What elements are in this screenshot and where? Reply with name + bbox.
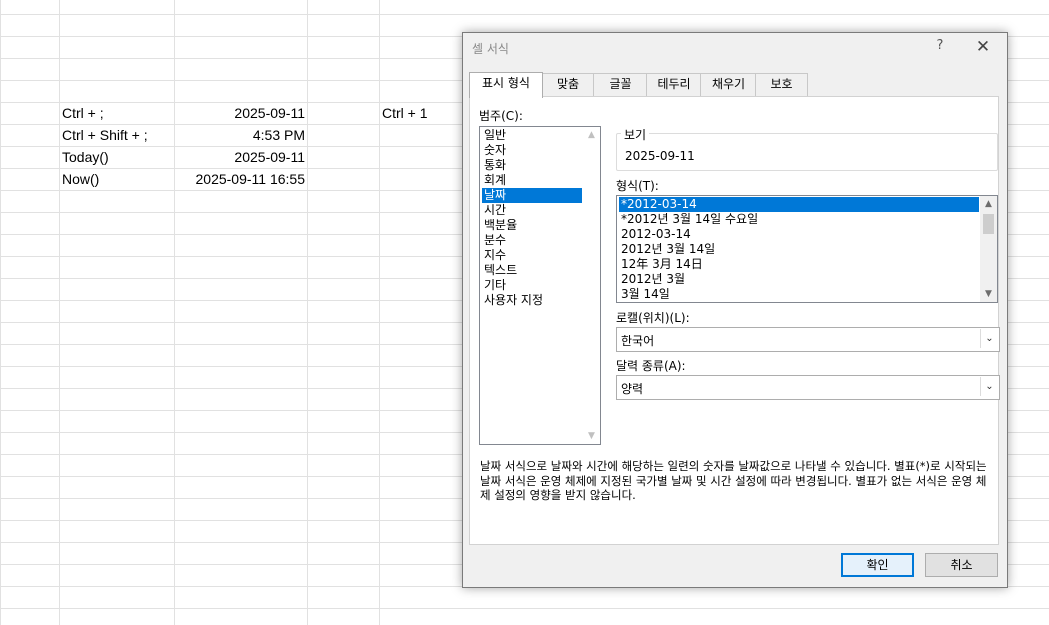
type-item[interactable]: 3월 14일: [619, 287, 979, 302]
category-label: 범주(C):: [479, 109, 523, 123]
tab-fill[interactable]: 채우기: [700, 73, 757, 96]
category-item[interactable]: 텍스트: [482, 263, 582, 278]
ok-button[interactable]: 확인: [841, 553, 914, 577]
sample-label: 보기: [621, 126, 650, 143]
type-label: 형식(T):: [616, 179, 659, 193]
chevron-down-icon[interactable]: ⌄: [980, 377, 998, 396]
tab-protection[interactable]: 보호: [755, 73, 808, 96]
locale-value: 한국어: [621, 334, 655, 348]
category-item[interactable]: 시간: [482, 203, 582, 218]
locale-label: 로캘(위치)(L):: [616, 311, 690, 325]
column-divider: [307, 0, 308, 625]
scroll-down-icon[interactable]: ▼: [583, 429, 600, 443]
sample-group: 보기 2025-09-11: [616, 126, 998, 171]
cell-a1[interactable]: Ctrl + ;: [62, 102, 104, 124]
scroll-down-icon[interactable]: ▼: [980, 287, 997, 301]
type-item[interactable]: 2012년 3월: [619, 272, 979, 287]
category-item[interactable]: 지수: [482, 248, 582, 263]
column-divider: [379, 0, 380, 625]
cell-b3[interactable]: 2025-09-11: [176, 146, 305, 168]
scroll-up-icon[interactable]: ▲: [980, 197, 997, 211]
category-item[interactable]: 통화: [482, 158, 582, 173]
calendar-select[interactable]: 양력 ⌄: [616, 375, 1000, 400]
cell-a3[interactable]: Today(): [62, 146, 109, 168]
help-icon[interactable]: ?: [931, 38, 949, 53]
calendar-value: 양력: [621, 382, 644, 396]
tab-alignment[interactable]: 맞춤: [541, 73, 595, 96]
type-item[interactable]: 2012-03-14: [619, 227, 979, 242]
cell-a2[interactable]: Ctrl + Shift + ;: [62, 124, 148, 146]
tab-number-format[interactable]: 표시 형식: [469, 72, 543, 98]
format-description: 날짜 서식으로 날짜와 시간에 해당하는 일련의 숫자를 날짜값으로 나타낼 수…: [480, 459, 987, 502]
scroll-up-icon[interactable]: ▲: [583, 128, 600, 142]
tab-font[interactable]: 글꼴: [593, 73, 648, 96]
column-divider: [59, 0, 60, 625]
cell-b2[interactable]: 4:53 PM: [176, 124, 305, 146]
category-item[interactable]: 일반: [482, 128, 582, 143]
dialog-title: 셀 서식: [472, 42, 509, 56]
cell-a4[interactable]: Now(): [62, 168, 99, 190]
tab-border[interactable]: 테두리: [646, 73, 702, 96]
type-item[interactable]: 2012년 3월 14일: [619, 242, 979, 257]
type-item[interactable]: 12年 3月 14日: [619, 257, 979, 272]
category-item[interactable]: 분수: [482, 233, 582, 248]
category-item-selected[interactable]: 날짜: [482, 188, 582, 203]
type-listbox[interactable]: *2012-03-14 *2012년 3월 14일 수요일 2012-03-14…: [616, 195, 998, 303]
cell-b4[interactable]: 2025-09-11 16:55: [176, 168, 306, 190]
category-item[interactable]: 백분율: [482, 218, 582, 233]
scroll-thumb[interactable]: [983, 214, 994, 234]
type-item[interactable]: *2012년 3월 14일 수요일: [619, 212, 979, 227]
locale-select[interactable]: 한국어 ⌄: [616, 327, 1000, 352]
number-format-panel: 범주(C): 일반 숫자 통화 회계 날짜 시간 백분율 분수 지수 텍스트 기…: [469, 96, 1000, 545]
type-item-selected[interactable]: *2012-03-14: [619, 197, 979, 212]
format-cells-dialog: 셀 서식 ? ✕ 표시 형식 맞춤 글꼴 테두리 채우기 보호 범주(C): 일…: [462, 32, 1008, 588]
type-scrollbar[interactable]: ▲ ▼: [980, 196, 997, 302]
sample-value: 2025-09-11: [625, 149, 695, 163]
calendar-label: 달력 종류(A):: [616, 359, 686, 373]
category-scrollbar[interactable]: ▲ ▼: [583, 127, 600, 444]
category-item[interactable]: 회계: [482, 173, 582, 188]
cancel-button[interactable]: 취소: [925, 553, 998, 577]
category-item[interactable]: 숫자: [482, 143, 582, 158]
category-item[interactable]: 사용자 지정: [482, 293, 582, 308]
category-listbox[interactable]: 일반 숫자 통화 회계 날짜 시간 백분율 분수 지수 텍스트 기타 사용자 지…: [479, 126, 601, 445]
cell-c1[interactable]: Ctrl + 1: [382, 102, 428, 124]
column-divider: [174, 0, 175, 625]
close-icon[interactable]: ✕: [971, 35, 995, 59]
category-item[interactable]: 기타: [482, 278, 582, 293]
cell-b1[interactable]: 2025-09-11: [176, 102, 305, 124]
chevron-down-icon[interactable]: ⌄: [980, 329, 998, 348]
